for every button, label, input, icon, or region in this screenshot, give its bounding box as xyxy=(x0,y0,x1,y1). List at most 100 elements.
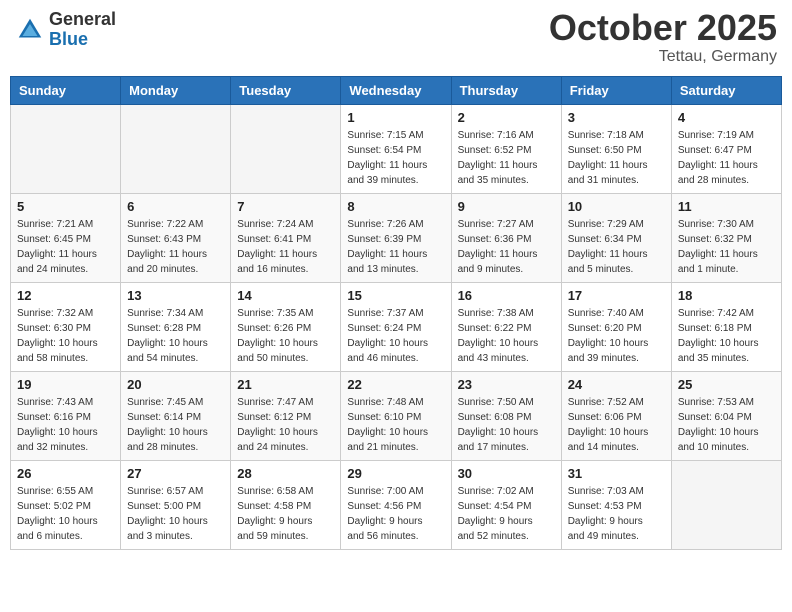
day-number: 17 xyxy=(568,288,665,303)
day-number: 11 xyxy=(678,199,775,214)
day-number: 30 xyxy=(458,466,555,481)
day-number: 25 xyxy=(678,377,775,392)
calendar-cell: 3 Sunrise: 7:18 AM Sunset: 6:50 PM Daylig… xyxy=(561,105,671,194)
weekday-header-friday: Friday xyxy=(561,77,671,105)
day-number: 2 xyxy=(458,110,555,125)
calendar-cell: 17 Sunrise: 7:40 AM Sunset: 6:20 PM Dayli… xyxy=(561,283,671,372)
day-info: Sunrise: 7:22 AM Sunset: 6:43 PM Dayligh… xyxy=(127,217,224,277)
calendar-week-row: 1 Sunrise: 7:15 AM Sunset: 6:54 PM Daylig… xyxy=(11,105,782,194)
day-info: Sunrise: 7:50 AM Sunset: 6:08 PM Dayligh… xyxy=(458,395,555,455)
month-title-block: October 2025 Tettau, Germany xyxy=(549,10,777,66)
day-number: 18 xyxy=(678,288,775,303)
day-number: 12 xyxy=(17,288,114,303)
calendar-week-row: 12Sunrise: 7:32 AM Sunset: 6:30 PM Dayli… xyxy=(11,283,782,372)
calendar-cell: 30 Sunrise: 7:02 AM Sunset: 4:54 PM Dayli… xyxy=(451,461,561,550)
day-info: Sunrise: 7:35 AM Sunset: 6:26 PM Dayligh… xyxy=(237,306,334,366)
logo: General Blue xyxy=(15,10,116,50)
day-number: 29 xyxy=(347,466,444,481)
day-number: 19 xyxy=(17,377,114,392)
day-info: Sunrise: 7:21 AM Sunset: 6:45 PM Dayligh… xyxy=(17,217,114,277)
calendar-cell: 24 Sunrise: 7:52 AM Sunset: 6:06 PM Dayli… xyxy=(561,372,671,461)
logo-blue: Blue xyxy=(49,30,116,50)
day-number: 5 xyxy=(17,199,114,214)
day-number: 13 xyxy=(127,288,224,303)
calendar-cell: 1 Sunrise: 7:15 AM Sunset: 6:54 PM Daylig… xyxy=(341,105,451,194)
calendar-cell: 2 Sunrise: 7:16 AM Sunset: 6:52 PM Daylig… xyxy=(451,105,561,194)
day-info: Sunrise: 7:40 AM Sunset: 6:20 PM Dayligh… xyxy=(568,306,665,366)
calendar-cell: 29Sunrise: 7:00 AM Sunset: 4:56 PM Dayli… xyxy=(341,461,451,550)
weekday-header-wednesday: Wednesday xyxy=(341,77,451,105)
calendar-cell xyxy=(231,105,341,194)
page-header: General Blue October 2025 Tettau, German… xyxy=(10,10,782,66)
month-title: October 2025 xyxy=(549,10,777,46)
calendar-cell: 10Sunrise: 7:29 AM Sunset: 6:34 PM Dayli… xyxy=(561,194,671,283)
calendar-cell xyxy=(11,105,121,194)
day-info: Sunrise: 6:58 AM Sunset: 4:58 PM Dayligh… xyxy=(237,484,334,544)
calendar-cell: 6Sunrise: 7:22 AM Sunset: 6:43 PM Daylig… xyxy=(121,194,231,283)
day-info: Sunrise: 7:18 AM Sunset: 6:50 PM Dayligh… xyxy=(568,128,665,188)
day-number: 23 xyxy=(458,377,555,392)
day-info: Sunrise: 7:02 AM Sunset: 4:54 PM Dayligh… xyxy=(458,484,555,544)
calendar-cell: 19 Sunrise: 7:43 AM Sunset: 6:16 PM Dayli… xyxy=(11,372,121,461)
day-info: Sunrise: 7:42 AM Sunset: 6:18 PM Dayligh… xyxy=(678,306,775,366)
day-info: Sunrise: 7:52 AM Sunset: 6:06 PM Dayligh… xyxy=(568,395,665,455)
day-info: Sunrise: 7:37 AM Sunset: 6:24 PM Dayligh… xyxy=(347,306,444,366)
day-number: 3 xyxy=(568,110,665,125)
calendar-cell: 26 Sunrise: 6:55 AM Sunset: 5:02 PM Dayli… xyxy=(11,461,121,550)
calendar-cell: 18 Sunrise: 7:42 AM Sunset: 6:18 PM Dayli… xyxy=(671,283,781,372)
calendar-cell: 4 Sunrise: 7:19 AM Sunset: 6:47 PM Daylig… xyxy=(671,105,781,194)
calendar-cell: 8 Sunrise: 7:26 AM Sunset: 6:39 PM Daylig… xyxy=(341,194,451,283)
calendar-cell: 15 Sunrise: 7:37 AM Sunset: 6:24 PM Dayli… xyxy=(341,283,451,372)
logo-icon xyxy=(15,15,45,45)
day-number: 21 xyxy=(237,377,334,392)
calendar-cell: 25 Sunrise: 7:53 AM Sunset: 6:04 PM Dayli… xyxy=(671,372,781,461)
weekday-header-tuesday: Tuesday xyxy=(231,77,341,105)
day-info: Sunrise: 6:55 AM Sunset: 5:02 PM Dayligh… xyxy=(17,484,114,544)
calendar-week-row: 19 Sunrise: 7:43 AM Sunset: 6:16 PM Dayli… xyxy=(11,372,782,461)
calendar-cell: 9Sunrise: 7:27 AM Sunset: 6:36 PM Daylig… xyxy=(451,194,561,283)
calendar-cell: 14 Sunrise: 7:35 AM Sunset: 6:26 PM Dayli… xyxy=(231,283,341,372)
day-number: 16 xyxy=(458,288,555,303)
logo-general: General xyxy=(49,10,116,30)
day-info: Sunrise: 7:19 AM Sunset: 6:47 PM Dayligh… xyxy=(678,128,775,188)
day-number: 15 xyxy=(347,288,444,303)
day-number: 22 xyxy=(347,377,444,392)
weekday-header-saturday: Saturday xyxy=(671,77,781,105)
day-number: 27 xyxy=(127,466,224,481)
calendar-cell xyxy=(121,105,231,194)
calendar-cell: 22Sunrise: 7:48 AM Sunset: 6:10 PM Dayli… xyxy=(341,372,451,461)
day-info: Sunrise: 7:26 AM Sunset: 6:39 PM Dayligh… xyxy=(347,217,444,277)
day-number: 26 xyxy=(17,466,114,481)
day-info: Sunrise: 7:03 AM Sunset: 4:53 PM Dayligh… xyxy=(568,484,665,544)
calendar-cell: 20 Sunrise: 7:45 AM Sunset: 6:14 PM Dayli… xyxy=(121,372,231,461)
day-number: 28 xyxy=(237,466,334,481)
day-number: 9 xyxy=(458,199,555,214)
day-number: 1 xyxy=(347,110,444,125)
day-number: 4 xyxy=(678,110,775,125)
calendar-cell: 16 Sunrise: 7:38 AM Sunset: 6:22 PM Dayli… xyxy=(451,283,561,372)
day-info: Sunrise: 7:45 AM Sunset: 6:14 PM Dayligh… xyxy=(127,395,224,455)
calendar-week-row: 26 Sunrise: 6:55 AM Sunset: 5:02 PM Dayli… xyxy=(11,461,782,550)
calendar-cell: 12Sunrise: 7:32 AM Sunset: 6:30 PM Dayli… xyxy=(11,283,121,372)
calendar-table: SundayMondayTuesdayWednesdayThursdayFrid… xyxy=(10,76,782,550)
calendar-cell: 21 Sunrise: 7:47 AM Sunset: 6:12 PM Dayli… xyxy=(231,372,341,461)
day-number: 20 xyxy=(127,377,224,392)
day-info: Sunrise: 7:15 AM Sunset: 6:54 PM Dayligh… xyxy=(347,128,444,188)
day-info: Sunrise: 7:47 AM Sunset: 6:12 PM Dayligh… xyxy=(237,395,334,455)
day-info: Sunrise: 7:16 AM Sunset: 6:52 PM Dayligh… xyxy=(458,128,555,188)
day-number: 24 xyxy=(568,377,665,392)
day-info: Sunrise: 7:24 AM Sunset: 6:41 PM Dayligh… xyxy=(237,217,334,277)
city-title: Tettau, Germany xyxy=(549,48,777,66)
calendar-cell: 7Sunrise: 7:24 AM Sunset: 6:41 PM Daylig… xyxy=(231,194,341,283)
day-number: 14 xyxy=(237,288,334,303)
day-number: 8 xyxy=(347,199,444,214)
day-info: Sunrise: 7:53 AM Sunset: 6:04 PM Dayligh… xyxy=(678,395,775,455)
weekday-header-thursday: Thursday xyxy=(451,77,561,105)
calendar-cell: 27 Sunrise: 6:57 AM Sunset: 5:00 PM Dayli… xyxy=(121,461,231,550)
calendar-cell: 11 Sunrise: 7:30 AM Sunset: 6:32 PM Dayli… xyxy=(671,194,781,283)
calendar-week-row: 5 Sunrise: 7:21 AM Sunset: 6:45 PM Daylig… xyxy=(11,194,782,283)
day-info: Sunrise: 7:30 AM Sunset: 6:32 PM Dayligh… xyxy=(678,217,775,277)
day-info: Sunrise: 7:38 AM Sunset: 6:22 PM Dayligh… xyxy=(458,306,555,366)
day-info: Sunrise: 7:43 AM Sunset: 6:16 PM Dayligh… xyxy=(17,395,114,455)
day-info: Sunrise: 6:57 AM Sunset: 5:00 PM Dayligh… xyxy=(127,484,224,544)
